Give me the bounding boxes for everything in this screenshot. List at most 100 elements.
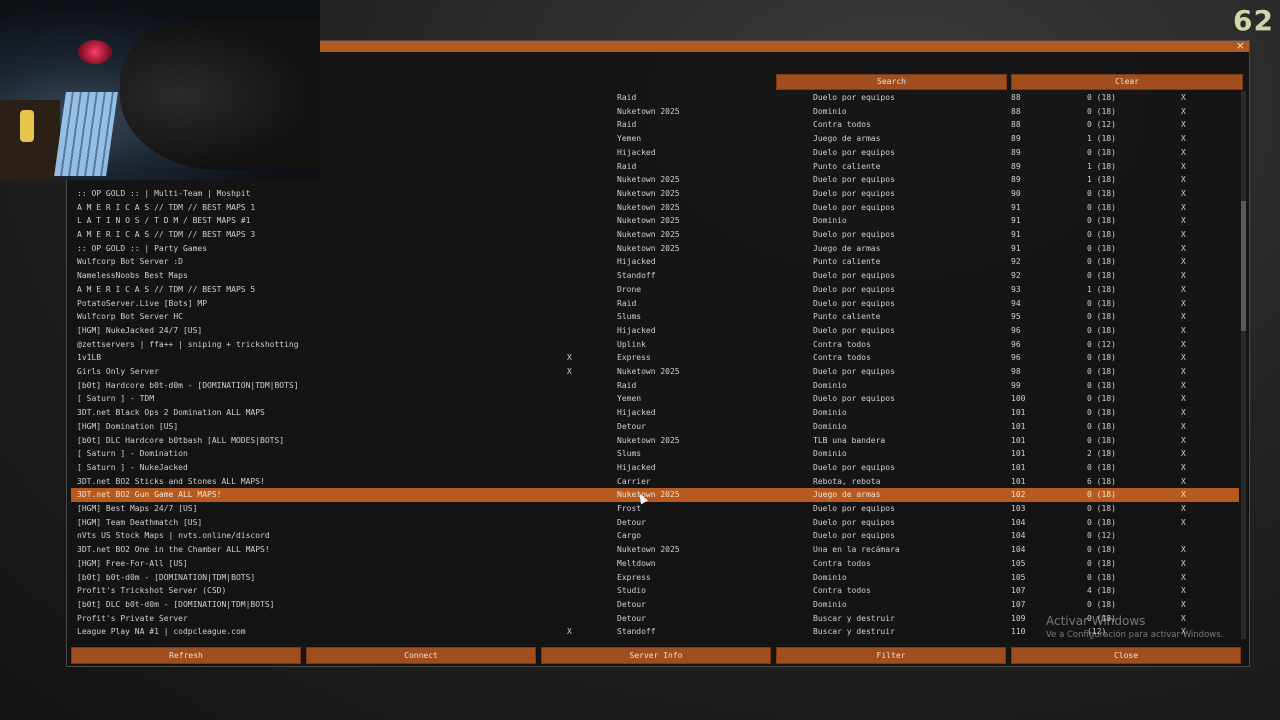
server-players: 0 (18) <box>1087 572 1116 582</box>
server-flag: X <box>1181 230 1186 239</box>
server-players: 0 (18) <box>1087 106 1116 116</box>
watermark-subtitle: Ve a Configuración para activar Windows. <box>1046 630 1224 640</box>
server-row[interactable]: :: OP GOLD :: | Party Games Nuketown 2025… <box>71 242 1239 256</box>
server-players: 0 (18) <box>1087 421 1116 431</box>
server-players: 0 (18) <box>1087 517 1116 527</box>
scrollbar-thumb[interactable] <box>1241 201 1246 331</box>
server-players: 6 (18) <box>1087 476 1116 486</box>
server-ping: 99 <box>1011 380 1021 390</box>
server-row[interactable]: [HGM] Team Deathmatch [US] Detour Duelo po… <box>71 516 1239 530</box>
server-mode: Duelo por equipos <box>813 298 895 308</box>
clear-button[interactable]: Clear <box>1011 74 1243 90</box>
window-close-icon[interactable]: × <box>1236 39 1245 52</box>
server-row[interactable]: [ Saturn ] - NukeJacked Hijacked Duelo por… <box>71 461 1239 475</box>
server-flag: X <box>1181 161 1186 171</box>
server-flag: X <box>1181 284 1186 294</box>
server-mode: Duelo por equipos <box>813 325 895 335</box>
server-row[interactable]: 3DT.net BO2 Sticks and Stones ALL MAPS! C… <box>71 475 1239 489</box>
server-row[interactable]: Profit's Trickshot Server (CSD) Studio Con… <box>71 584 1239 598</box>
server-row[interactable]: [b0t] DLC Hardcore b0tbash [ALL MODES|BO… <box>71 434 1239 448</box>
server-map: Hijacked <box>617 147 656 157</box>
server-row[interactable]: [HGM] Free-For-All [US] Meltdown Contra to… <box>71 557 1239 571</box>
server-ping: 88 <box>1011 106 1021 116</box>
server-row[interactable]: A M E R I C A S // TDM // BEST MAPS 1 Nuk… <box>71 201 1239 215</box>
server-row[interactable]: [ Saturn ] - TDM Yemen Duelo por equipos 10… <box>71 392 1239 406</box>
server-map: Uplink <box>617 339 646 349</box>
server-players: 0 (18) <box>1087 504 1116 513</box>
server-row-selected[interactable]: 3DT.net BO2 Gun Game ALL MAPS! Nuketown 2… <box>71 488 1239 502</box>
server-ping: 89 <box>1011 175 1021 185</box>
server-map: Standoff <box>617 627 656 637</box>
server-mode: Duelo por equipos <box>813 147 895 157</box>
server-map: Yemen <box>617 134 642 144</box>
server-row[interactable]: PotatoServer.Live [Bots] MP Raid Duelo por… <box>71 297 1239 311</box>
server-players: 0 (18) <box>1087 394 1116 404</box>
server-mode: Juego de armas <box>813 134 881 144</box>
server-row[interactable]: 3DT.net BO2 One in the Chamber ALL MAPS!… <box>71 543 1239 557</box>
server-row[interactable]: :: OP GOLD :: | Multi-Team | Moshpit Nuke… <box>71 187 1239 201</box>
server-row[interactable]: L A T I N O S / T D M / BEST MAPS #1 Nuke… <box>71 214 1239 228</box>
server-row[interactable]: 3DT.net Black Ops 2 Domination ALL MAPS H… <box>71 406 1239 420</box>
refresh-button[interactable]: Refresh <box>71 647 301 664</box>
server-map: Detour <box>617 599 646 609</box>
server-ping: 101 <box>1011 476 1026 486</box>
server-mode: Duelo por equipos <box>813 284 895 294</box>
server-row[interactable]: [HGM] NukeJacked 24/7 [US] Hijacked Duelo … <box>71 324 1239 338</box>
server-map: Detour <box>617 421 646 431</box>
server-flag: X <box>1181 586 1186 596</box>
server-players: 0 (18) <box>1087 271 1116 281</box>
server-row[interactable]: [HGM] Domination [US] Detour Dominio 101 0 (… <box>71 420 1239 434</box>
server-name: [HGM] NukeJacked 24/7 [US] <box>77 325 203 335</box>
server-row[interactable]: Girls Only Server X Nuketown 2025 Duelo por… <box>71 365 1239 379</box>
windows-activation-watermark: Activar Windows Ve a Configuración para … <box>1046 614 1223 640</box>
server-players: 0 (18) <box>1087 325 1116 335</box>
server-ping: 101 <box>1011 421 1026 431</box>
server-flag: X <box>1181 312 1186 322</box>
server-row[interactable]: NamelessNoobs Best Maps Standoff Duelo por… <box>71 269 1239 283</box>
server-ping: 89 <box>1011 134 1021 144</box>
server-mode: Dominio <box>813 408 847 418</box>
server-name: :: OP GOLD :: | Multi-Team | Moshpit <box>77 188 251 198</box>
server-mode: Duelo por equipos <box>813 394 895 404</box>
server-mode: Juego de armas <box>813 243 881 253</box>
search-button[interactable]: Search <box>776 74 1007 90</box>
server-list-scrollbar[interactable] <box>1241 91 1246 639</box>
server-mode: Duelo por equipos <box>813 175 895 185</box>
server-flag: X <box>1181 462 1186 472</box>
server-players: 0 (18) <box>1087 545 1116 555</box>
server-map: Nuketown 2025 <box>617 230 680 239</box>
server-row[interactable]: [b0t] Hardcore b0t-d0m - [DOMINATION|TDM… <box>71 379 1239 393</box>
server-mode: Duelo por equipos <box>813 517 895 527</box>
server-players: 0 (18) <box>1087 490 1116 500</box>
server-players: 4 (18) <box>1087 586 1116 596</box>
server-players: 0 (18) <box>1087 435 1116 445</box>
server-row[interactable]: A M E R I C A S // TDM // BEST MAPS 5 Dro… <box>71 283 1239 297</box>
server-map: Nuketown 2025 <box>617 175 680 185</box>
server-mode: Punto caliente <box>813 312 881 322</box>
server-row[interactable]: [b0t] b0t-d0m - [DOMINATION|TDM|BOTS] Exp… <box>71 571 1239 585</box>
server-row[interactable]: A M E R I C A S // TDM // BEST MAPS 3 Nuk… <box>71 228 1239 242</box>
server-ping: 90 <box>1011 188 1021 198</box>
server-row[interactable]: 1v1LB X Express Contra todos 96 0 (18) X <box>71 351 1239 365</box>
connect-button[interactable]: Connect <box>306 647 536 664</box>
server-info-button[interactable]: Server Info <box>541 647 771 664</box>
server-row[interactable]: Wulfcorp Bot Server :D Hijacked Punto cali… <box>71 255 1239 269</box>
close-button[interactable]: Close <box>1011 647 1241 664</box>
server-map: Express <box>617 353 651 363</box>
server-row[interactable]: [ Saturn ] - Domination Slums Dominio 101 2 … <box>71 447 1239 461</box>
filter-button[interactable]: Filter <box>776 647 1006 664</box>
server-mode: Duelo por equipos <box>813 504 895 513</box>
server-row[interactable]: [b0t] DLC b0t-d0m - [DOMINATION|TDM|BOTS… <box>71 598 1239 612</box>
server-row[interactable]: nVts US Stock Maps | nvts.online/discord… <box>71 529 1239 543</box>
server-mode: Contra todos <box>813 339 871 349</box>
server-row[interactable]: Wulfcorp Bot Server HC Slums Punto calient… <box>71 310 1239 324</box>
server-flag: X <box>1181 380 1186 390</box>
server-name: PotatoServer.Live [Bots] MP <box>77 298 208 308</box>
server-row[interactable]: @zettservers | ffa++ | sniping + tricksh… <box>71 338 1239 352</box>
server-name: [HGM] Best Maps 24/7 [US] <box>77 504 198 513</box>
server-mode: TLB una bandera <box>813 435 886 445</box>
server-row[interactable]: [HGM] Best Maps 24/7 [US] Frost Duelo por … <box>71 502 1239 516</box>
server-name: A M E R I C A S // TDM // BEST MAPS 1 <box>77 202 256 212</box>
server-ping: 96 <box>1011 353 1021 363</box>
server-players: 0 (12) <box>1087 120 1116 130</box>
